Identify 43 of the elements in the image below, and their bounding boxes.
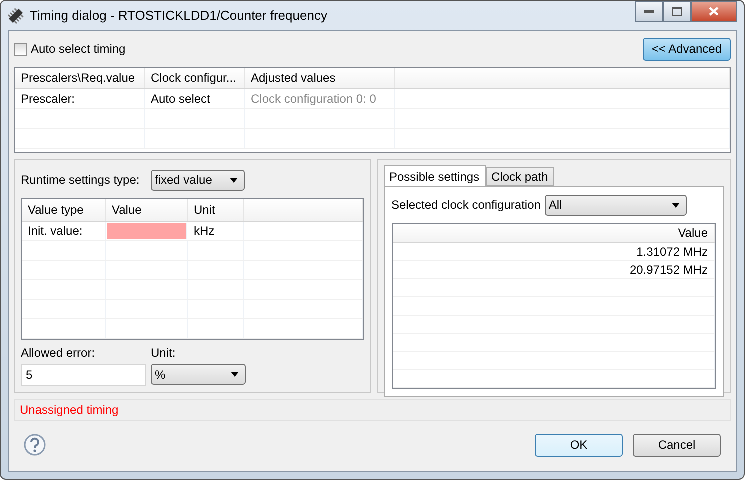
column-header[interactable]: Value type: [22, 199, 106, 221]
runtime-dropdown[interactable]: fixed value: [151, 170, 245, 190]
checkbox-label: Auto select timing: [31, 42, 126, 56]
close-button[interactable]: [691, 1, 737, 22]
advanced-button[interactable]: << Advanced: [642, 38, 731, 60]
column-header[interactable]: Adjusted values: [245, 68, 395, 88]
maximize-icon: [672, 7, 682, 16]
unit-label: Unit:: [151, 346, 177, 360]
column-header[interactable]: Value: [106, 199, 188, 221]
allowed-error-label: Allowed error:: [21, 346, 96, 360]
table-cell: Prescaler:: [15, 89, 145, 108]
column-header[interactable]: Unit: [188, 199, 244, 221]
runtime-label: Runtime settings type:: [21, 173, 141, 187]
close-icon: [709, 7, 719, 16]
column-header[interactable]: Clock configur...: [145, 68, 245, 88]
dialog-button[interactable]: Cancel: [633, 434, 721, 456]
help-icon[interactable]: [24, 434, 46, 456]
window-title: Timing dialog - RTOSTICKLDD1/Counter frequency: [30, 8, 328, 23]
status-message: Unassigned timing: [20, 403, 119, 417]
minimize-button[interactable]: [635, 1, 663, 22]
dropdown-arrow-icon: [672, 202, 680, 208]
checkbox[interactable]: [14, 42, 27, 56]
dialog-button[interactable]: OK: [535, 434, 623, 456]
table-cell: 20.97152 MHz: [392, 261, 715, 278]
tab[interactable]: Clock path: [486, 167, 554, 186]
chip-icon: [8, 8, 24, 24]
tab[interactable]: Possible settings: [384, 165, 486, 187]
table-cell: 1.31072 MHz: [392, 243, 715, 260]
minimize-icon: [644, 10, 654, 13]
dropdown-arrow-icon: [231, 372, 239, 377]
table-cell: Init. value:: [22, 222, 106, 240]
table-cell: Clock configuration 0: 0: [245, 89, 395, 108]
column-header[interactable]: Prescalers\Req.value: [15, 68, 145, 88]
clock-config-dropdown[interactable]: All: [544, 194, 687, 216]
value-cell[interactable]: [107, 222, 187, 240]
column-header[interactable]: Value: [392, 224, 715, 242]
clock-config-label: Selected clock configuration: [392, 198, 541, 212]
maximize-button[interactable]: [663, 1, 691, 22]
dropdown-arrow-icon: [230, 178, 238, 182]
table-cell: kHz: [188, 222, 244, 240]
table-cell: Auto select: [145, 89, 245, 108]
unit-dropdown[interactable]: %: [151, 364, 246, 385]
allowed-error-field[interactable]: 5: [21, 364, 146, 386]
